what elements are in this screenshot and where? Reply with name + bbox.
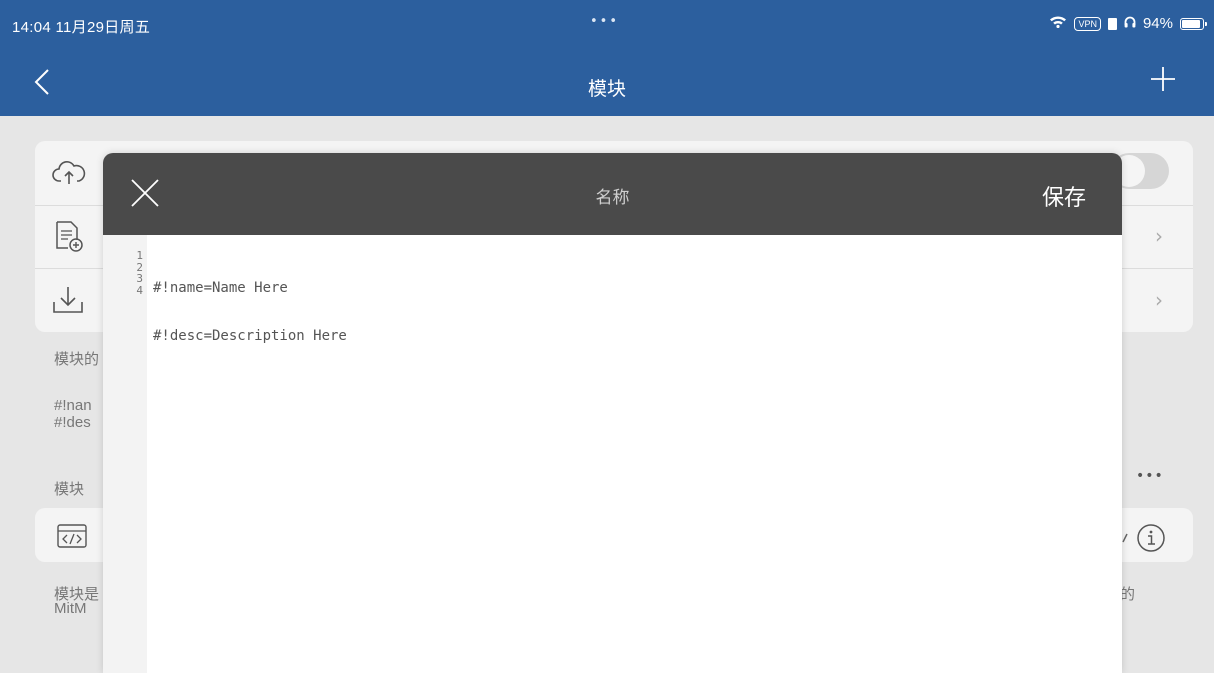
section-header: 模块 <box>54 481 85 498</box>
more-icon[interactable]: ••• <box>1136 468 1164 484</box>
snippet-line: #!des <box>54 414 91 431</box>
sim-icon <box>1107 17 1117 30</box>
line-number: 1 <box>136 249 143 262</box>
line-number: 4 <box>136 283 143 297</box>
modal-title: 名称 <box>595 188 630 208</box>
status-icons: VPN 94% <box>1049 15 1207 32</box>
chevron-right-icon[interactable]: › <box>1155 288 1163 312</box>
line-number-gutter <box>103 235 147 673</box>
code-line[interactable]: #!desc=Description Here <box>153 328 347 344</box>
headphones-icon <box>1124 15 1136 32</box>
vpn-badge: VPN <box>1074 16 1101 31</box>
battery-fill <box>1182 19 1200 28</box>
code-line[interactable]: #!name=Name Here <box>153 280 347 296</box>
footer-text: MitM <box>54 600 87 617</box>
cloud-upload-icon[interactable] <box>52 160 86 190</box>
editor-modal: 名称 保存 1 2 3 4 #!name=Name Here #!desc=De… <box>103 153 1122 673</box>
wifi-icon <box>1049 15 1067 32</box>
code-module-icon <box>57 524 87 552</box>
section-description: 模块的 <box>54 351 100 368</box>
nav-bar: 模块 <box>0 44 1214 116</box>
document-add-icon[interactable] <box>54 220 84 256</box>
status-bar: 14:04 11月29日周五 ••• VPN 94% <box>0 0 1214 44</box>
save-button[interactable]: 保存 <box>1042 180 1086 212</box>
modal-header: 名称 保存 <box>103 153 1122 235</box>
add-icon[interactable] <box>1150 66 1176 96</box>
snippet-line: #!nan <box>54 397 92 414</box>
info-icon[interactable] <box>1136 523 1166 557</box>
line-numbers: 1 2 3 4 <box>103 250 143 296</box>
line-number: 3 <box>136 272 143 285</box>
page-title: 模块 <box>587 78 626 100</box>
code-editor[interactable]: #!name=Name Here #!desc=Description Here <box>153 248 347 376</box>
chevron-right-icon[interactable]: › <box>1155 224 1163 248</box>
multitasking-dots[interactable]: ••• <box>590 14 619 29</box>
battery-percent: 94% <box>1142 15 1173 32</box>
battery-icon <box>1180 17 1207 30</box>
status-time: 14:04 11月29日周五 <box>12 19 151 36</box>
download-icon[interactable] <box>52 285 84 319</box>
footer-text: 的 <box>1120 586 1136 603</box>
